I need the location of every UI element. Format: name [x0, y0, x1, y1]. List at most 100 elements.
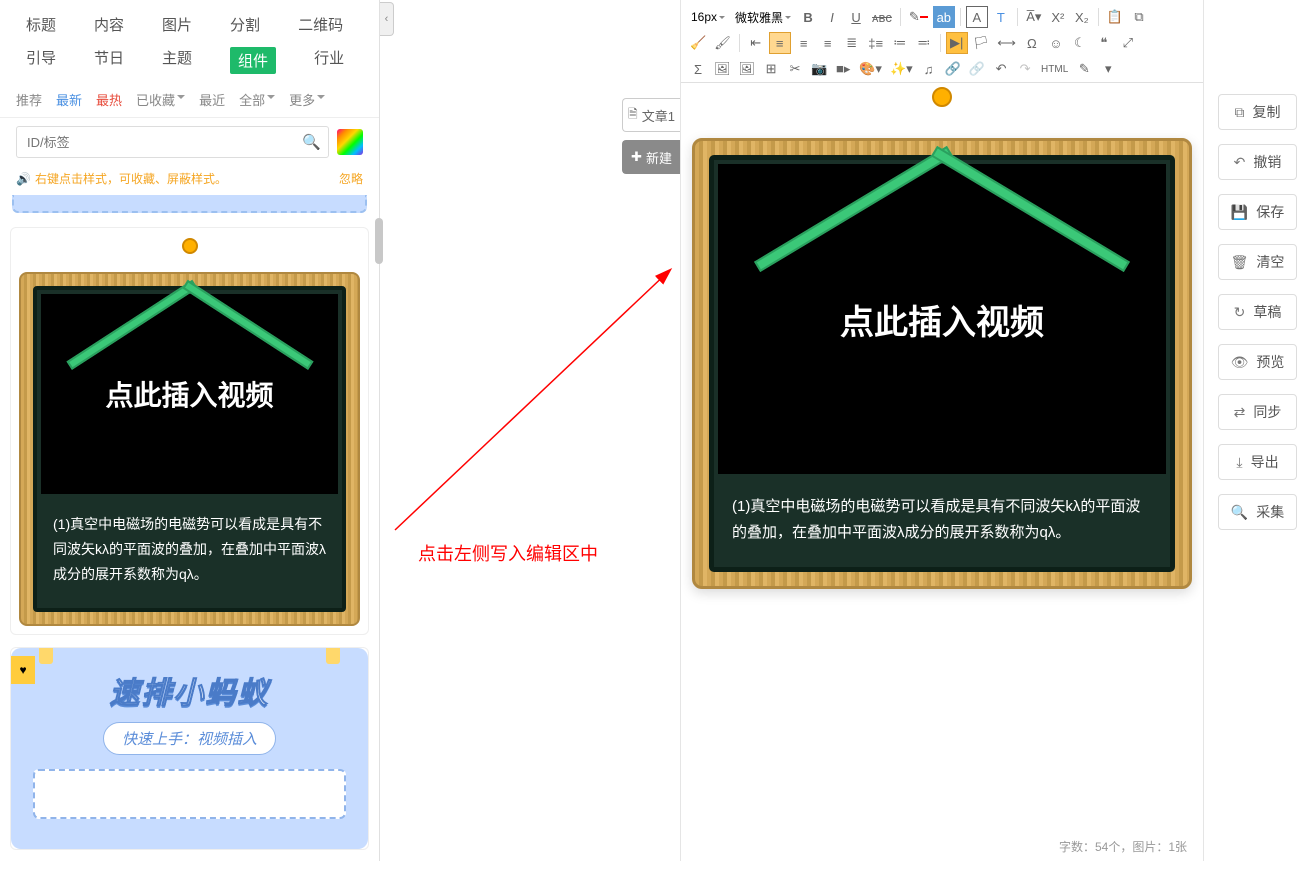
- gallery-button[interactable]: ⊞: [760, 58, 782, 80]
- search-input[interactable]: [16, 126, 329, 158]
- font-size-select[interactable]: 16px: [687, 10, 729, 24]
- undo-action-button[interactable]: ↶撤销: [1218, 144, 1297, 180]
- cat-guide[interactable]: 引导: [26, 47, 56, 74]
- filter-more[interactable]: 更多: [289, 90, 325, 109]
- copy-button[interactable]: ⧉复制: [1218, 94, 1297, 130]
- template-blue[interactable]: ♥ 速排小蚂蚁 快速上手：视频插入: [10, 647, 369, 850]
- collapse-handle[interactable]: ‹: [380, 2, 394, 36]
- music-button[interactable]: ♫: [918, 58, 940, 80]
- filter-hottest[interactable]: 最热: [96, 90, 122, 109]
- unlink-button[interactable]: 🔗: [966, 58, 988, 80]
- spacing-button[interactable]: ⟷: [994, 32, 1019, 54]
- cat-divider[interactable]: 分割: [230, 14, 260, 35]
- superscript-button[interactable]: X²: [1047, 6, 1069, 28]
- filter-all[interactable]: 全部: [239, 90, 275, 109]
- filter-recommend[interactable]: 推荐: [16, 90, 42, 109]
- font-color-button[interactable]: ✎: [906, 6, 931, 28]
- omega-button[interactable]: Ω: [1021, 32, 1043, 54]
- filter-favorited[interactable]: 已收藏: [136, 90, 185, 109]
- unordered-list-button[interactable]: ≔: [889, 32, 911, 54]
- edit-button[interactable]: ✎: [1073, 58, 1095, 80]
- undo-button[interactable]: ↶: [990, 58, 1012, 80]
- multi-image-button[interactable]: 🖼: [736, 58, 759, 80]
- filter-recent[interactable]: 最近: [199, 90, 225, 109]
- char-border-button[interactable]: A: [966, 6, 988, 28]
- screenshot-button[interactable]: ✂: [784, 58, 806, 80]
- canvas-body-text[interactable]: (1)真空中电磁场的电磁势可以看成是具有不同波矢kλ的平面波的叠加，在叠加中平面…: [714, 478, 1170, 567]
- draft-button[interactable]: ↻草稿: [1218, 294, 1297, 330]
- plus-icon: ✚: [631, 149, 642, 165]
- indent-left-button[interactable]: ⇤: [745, 32, 767, 54]
- cat-image[interactable]: 图片: [162, 14, 192, 35]
- editor-canvas[interactable]: 点此插入视频 (1)真空中电磁场的电磁势可以看成是具有不同波矢kλ的平面波的叠加…: [681, 83, 1203, 843]
- cat-content[interactable]: 内容: [94, 14, 124, 35]
- sync-button[interactable]: ⇄同步: [1218, 394, 1297, 430]
- ignore-link[interactable]: 忽略: [339, 170, 363, 187]
- color-picker-button[interactable]: [337, 129, 363, 155]
- new-window-button[interactable]: ⧉: [1128, 6, 1150, 28]
- quote-button[interactable]: ❝: [1093, 32, 1115, 54]
- font-family-select[interactable]: 微软雅黑: [731, 9, 795, 26]
- doc-tab-article[interactable]: 🗎 文章1: [622, 98, 680, 132]
- save-button[interactable]: 💾保存: [1218, 194, 1297, 230]
- middle-area: 🗎 文章1 ✚ 新建 点击左侧写入编辑区中: [395, 0, 680, 861]
- blue-title: 速排小蚂蚁: [27, 668, 352, 712]
- template-list[interactable]: 点此插入视频 (1)真空中电磁场的电磁势可以看成是具有不同波矢kλ的平面波的叠加…: [0, 195, 379, 870]
- bg-color-button[interactable]: ab: [933, 6, 955, 28]
- redo-button[interactable]: ↷: [1014, 58, 1036, 80]
- flag-button[interactable]: 🏳: [970, 32, 993, 54]
- search-icon[interactable]: 🔍: [302, 133, 321, 151]
- camera-button[interactable]: 📷: [808, 58, 830, 80]
- template-blackboard[interactable]: 点此插入视频 (1)真空中电磁场的电磁势可以看成是具有不同波矢kλ的平面波的叠加…: [10, 227, 369, 635]
- more-button[interactable]: ▾: [1097, 58, 1119, 80]
- magic-button[interactable]: ✨▾: [887, 58, 916, 80]
- align-center-button[interactable]: ≡: [793, 32, 815, 54]
- ordered-list-button[interactable]: ≕: [913, 32, 935, 54]
- link-button[interactable]: 🔗: [942, 58, 964, 80]
- paint-button[interactable]: 🎨▾: [856, 58, 885, 80]
- underline-button[interactable]: U: [845, 6, 867, 28]
- cat-title[interactable]: 标题: [26, 14, 56, 35]
- align-left-button[interactable]: ≡: [769, 32, 791, 54]
- scrollbar-thumb[interactable]: [375, 218, 383, 264]
- expand-button[interactable]: ⤢: [1117, 32, 1139, 54]
- cat-theme[interactable]: 主题: [162, 47, 192, 74]
- align-justify-button[interactable]: ≣: [841, 32, 863, 54]
- doc-icon: 🗎: [628, 105, 638, 126]
- cat-industry[interactable]: 行业: [314, 47, 344, 74]
- cat-qrcode[interactable]: 二维码: [298, 14, 343, 35]
- copy-icon: ⧉: [1235, 104, 1245, 121]
- bold-button[interactable]: B: [797, 6, 819, 28]
- undo-icon: ↶: [1234, 154, 1246, 171]
- subscript-button[interactable]: X₂: [1071, 6, 1093, 28]
- format-painter-button[interactable]: 🖌: [711, 32, 734, 54]
- preview-button[interactable]: 👁预览: [1218, 344, 1297, 380]
- line-height-button[interactable]: ‡≡: [865, 32, 887, 54]
- export-button[interactable]: ⤓导出: [1218, 444, 1297, 480]
- highlight-button[interactable]: ▶|: [946, 32, 968, 54]
- doc-tab-new[interactable]: ✚ 新建: [622, 140, 680, 174]
- image-button[interactable]: 🖼: [711, 58, 734, 80]
- html-button[interactable]: HTML: [1038, 58, 1071, 80]
- filter-newest[interactable]: 最新: [56, 90, 82, 109]
- template-prev-edge[interactable]: [12, 195, 367, 213]
- blue-subtitle: 快速上手：视频插入: [103, 722, 276, 755]
- cat-festival[interactable]: 节日: [94, 47, 124, 74]
- clear-format-button[interactable]: 🧹: [687, 32, 709, 54]
- hint-text: 右键点击样式，可收藏、屏蔽样式。: [35, 170, 227, 187]
- hint-row: 🔊右键点击样式，可收藏、屏蔽样式。 忽略: [0, 166, 379, 195]
- paste-button[interactable]: 📋: [1104, 6, 1126, 28]
- cat-component[interactable]: 组件: [230, 47, 276, 74]
- strike-button[interactable]: ᴀʙᴄ: [869, 6, 895, 28]
- clear-button[interactable]: 🗑清空: [1218, 244, 1297, 280]
- italic-button[interactable]: I: [821, 6, 843, 28]
- font-scale-button[interactable]: A̅▾: [1023, 6, 1045, 28]
- text-effect-button[interactable]: T: [990, 6, 1012, 28]
- collect-button[interactable]: 🔍采集: [1218, 494, 1297, 530]
- sigma-button[interactable]: Σ: [687, 58, 709, 80]
- video-button[interactable]: ■▸: [832, 58, 854, 80]
- emoji-button[interactable]: ☺: [1045, 32, 1067, 54]
- moon-button[interactable]: ☾: [1069, 32, 1091, 54]
- toolbar: 16px 微软雅黑 B I U ᴀʙᴄ ✎ ab A T A̅▾ X² X₂ 📋…: [681, 0, 1203, 83]
- align-right-button[interactable]: ≡: [817, 32, 839, 54]
